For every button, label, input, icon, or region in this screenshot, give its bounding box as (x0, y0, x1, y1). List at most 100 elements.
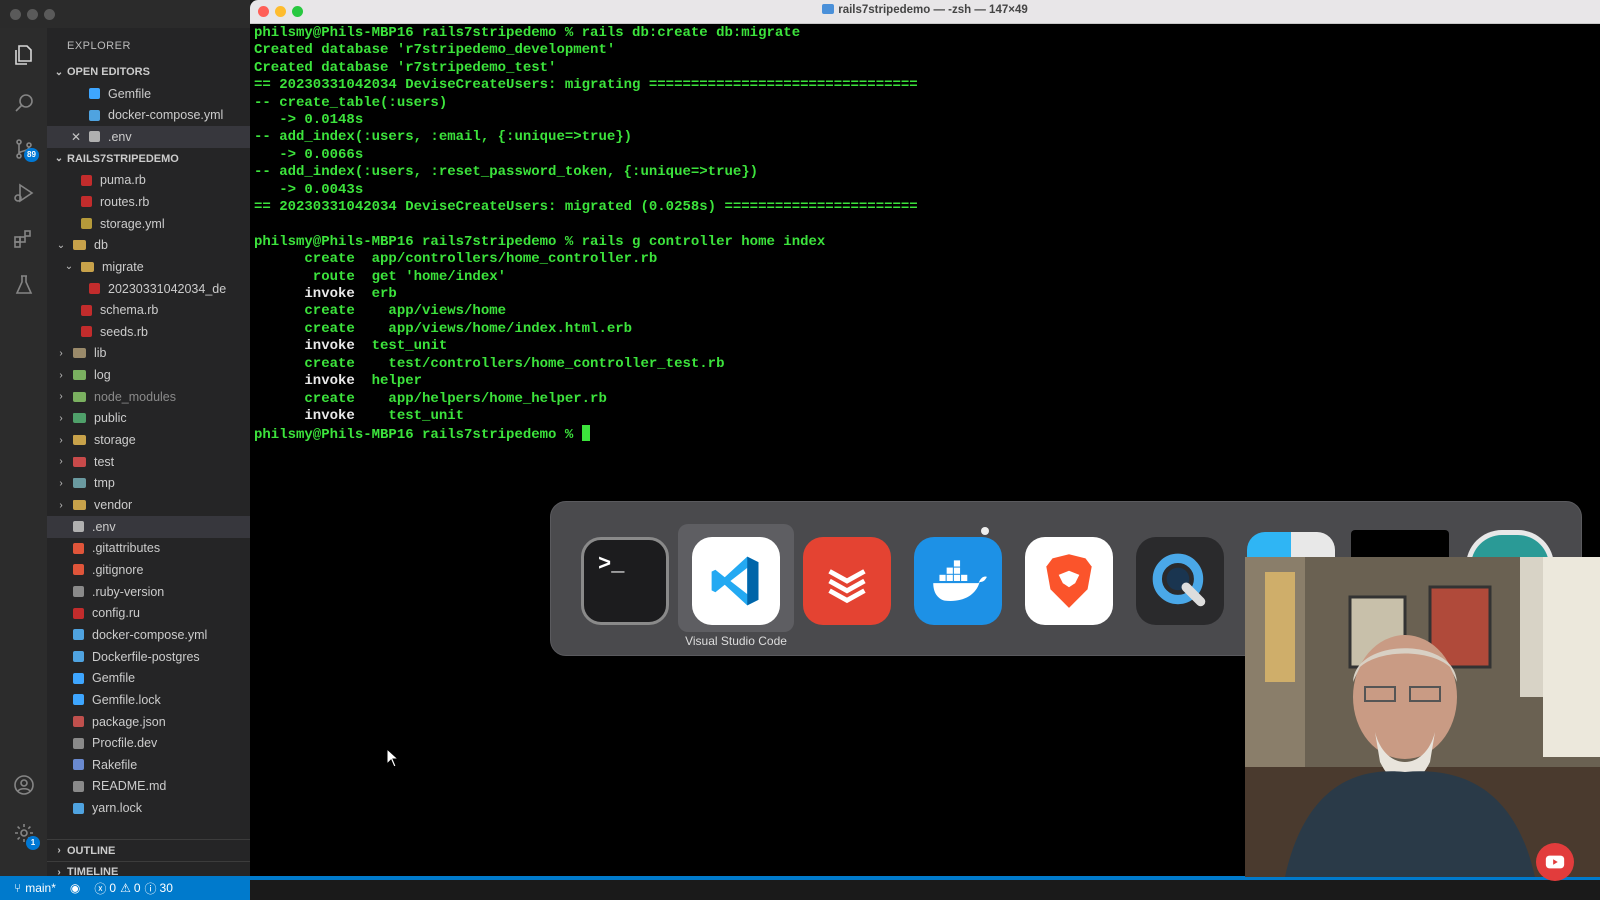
youtube-icon[interactable] (1536, 843, 1574, 881)
tree-item[interactable]: ›Rakefile (47, 754, 251, 776)
terminal-line-text: route get 'home/index' (254, 268, 507, 285)
warnings-count[interactable]: 0 (134, 881, 141, 895)
chevron-right-icon: › (59, 499, 63, 511)
open-editors-header[interactable]: ⌄ OPEN EDITORS (47, 61, 251, 83)
extensions-icon[interactable] (11, 226, 37, 252)
tree-item[interactable]: › public (47, 407, 251, 429)
warnings-icon: ⚠ (120, 881, 131, 895)
terminal-line-action: invoke (254, 286, 355, 303)
tree-item[interactable]: ›.gitattributes (47, 537, 251, 559)
chevron-right-icon: › (59, 347, 63, 359)
docker-app-icon[interactable] (914, 537, 1002, 625)
tree-item[interactable]: ›config.ru (47, 602, 251, 624)
tree-item-name: routes.rb (100, 194, 150, 209)
tree-item[interactable]: ›Gemfile (47, 667, 251, 689)
terminal-line-text: -> 0.0043s (254, 181, 364, 198)
open-editor-item[interactable]: Gemfile (47, 83, 251, 105)
chevron-down-icon: ⌄ (56, 239, 66, 251)
tree-item[interactable]: ›schema.rb (47, 299, 251, 321)
tree-item-name: Gemfile (92, 671, 136, 686)
tree-item[interactable]: ›.ruby-version (47, 581, 251, 603)
open-editor-item[interactable]: docker-compose.yml (47, 104, 251, 126)
file-icon (73, 802, 84, 814)
vscode-status-bar: ⑂ main* ◉ ⓧ 0 ⚠ 0 ⓘ 30 (0, 876, 250, 900)
tree-item[interactable]: › lib (47, 342, 251, 364)
tree-item[interactable]: ›yarn.lock (47, 797, 251, 819)
account-icon[interactable] (11, 772, 37, 798)
terminal-line: create app/helpers/home_helper.rb (254, 391, 918, 408)
arrow-cursor-icon (386, 747, 400, 773)
sync-icon[interactable]: ◉ (70, 881, 80, 895)
terminal-line: route get 'home/index' (254, 269, 918, 286)
hand-cursor-icon (980, 523, 990, 535)
open-editor-item[interactable]: ✕ .env (47, 125, 251, 148)
file-icon (81, 174, 92, 186)
terminal-line-action: invoke (254, 338, 355, 355)
file-icon (81, 326, 92, 338)
terminal-line: -- add_index(:users, :reset_password_tok… (254, 164, 918, 181)
tree-item[interactable]: › storage (47, 429, 251, 451)
tree-item[interactable]: ›Gemfile.lock (47, 689, 251, 711)
file-icon (81, 218, 92, 230)
window-minimize-button[interactable] (27, 9, 38, 20)
tree-item[interactable]: › node_modules (47, 386, 251, 408)
tree-item[interactable]: ›.gitignore (47, 559, 251, 581)
tree-item[interactable]: ›package.json (47, 711, 251, 733)
info-count[interactable]: 30 (160, 881, 173, 895)
tree-item-name: lib (94, 346, 107, 361)
window-zoom-button[interactable] (44, 9, 55, 20)
terminal-line: == 20230331042034 DeviseCreateUsers: mig… (254, 77, 918, 94)
close-icon[interactable]: ✕ (71, 130, 81, 144)
tree-item[interactable]: ›seeds.rb (47, 321, 251, 343)
errors-count[interactable]: 0 (109, 881, 116, 895)
timeline-header[interactable]: › TIMELINE (47, 860, 251, 876)
tree-item[interactable]: ›README.md (47, 775, 251, 797)
tree-item[interactable]: ⌄ db (47, 234, 251, 256)
quicktime-app-icon[interactable] (1136, 537, 1224, 625)
terminal-line: Created database 'r7stripedemo_test' (254, 60, 918, 77)
terminal-app-icon[interactable]: >_ (581, 537, 669, 625)
terminal-line-text: create test/controllers/home_controller_… (254, 355, 725, 372)
tree-item-name: .gitignore (92, 562, 144, 577)
tree-item[interactable]: › tmp (47, 472, 251, 494)
terminal-output[interactable]: philsmy@Phils-MBP16 rails7stripedemo % r… (254, 25, 918, 445)
tree-item[interactable]: ›storage.yml (47, 213, 251, 235)
tree-item-name: schema.rb (100, 303, 159, 318)
explorer-title: EXPLORER (67, 40, 131, 52)
project-header[interactable]: ⌄ RAILS7STRIPEDEMO (47, 148, 251, 170)
settings-badge: 1 (26, 836, 40, 850)
testing-icon[interactable] (11, 272, 37, 298)
tree-item[interactable]: ›.env (47, 515, 251, 538)
tree-item-name: puma.rb (100, 173, 146, 188)
tree-item[interactable]: ›Procfile.dev (47, 732, 251, 754)
tree-item[interactable]: › vendor (47, 494, 251, 516)
tree-item[interactable]: ›docker-compose.yml (47, 624, 251, 646)
tree-item[interactable]: ›puma.rb (47, 169, 251, 191)
terminal-line: -> 0.0043s (254, 182, 918, 199)
file-icon (73, 694, 84, 706)
tree-item[interactable]: ⌄ migrate (47, 256, 251, 278)
tree-item[interactable]: ›routes.rb (47, 191, 251, 213)
explorer-icon[interactable] (11, 42, 37, 68)
todoist-app-icon[interactable] (803, 537, 891, 625)
terminal-line: -- create_table(:users) (254, 95, 918, 112)
branch-name[interactable]: main* (25, 881, 56, 895)
tree-item[interactable]: › log (47, 364, 251, 386)
search-icon[interactable] (11, 90, 37, 116)
chevron-right-icon: › (59, 412, 63, 424)
file-icon (89, 283, 100, 294)
tree-item-name: .gitattributes (92, 541, 161, 556)
tree-item[interactable]: ›Dockerfile-postgres (47, 646, 251, 668)
folder-icon (73, 391, 86, 402)
window-close-button[interactable] (10, 9, 21, 20)
folder-icon (73, 500, 86, 510)
terminal-line-text: philsmy@Phils-MBP16 rails7stripedemo % r… (254, 233, 826, 250)
brave-app-icon[interactable] (1025, 537, 1113, 625)
tree-item[interactable]: › test (47, 451, 251, 473)
outline-header[interactable]: › OUTLINE (47, 839, 251, 861)
tree-item[interactable]: ›20230331042034_de (47, 278, 251, 300)
run-debug-icon[interactable] (11, 180, 37, 206)
webcam-video-image (1245, 557, 1600, 877)
vscode-app-icon[interactable] (692, 537, 780, 625)
terminal-line-text: philsmy@Phils-MBP16 rails7stripedemo % r… (254, 25, 801, 41)
